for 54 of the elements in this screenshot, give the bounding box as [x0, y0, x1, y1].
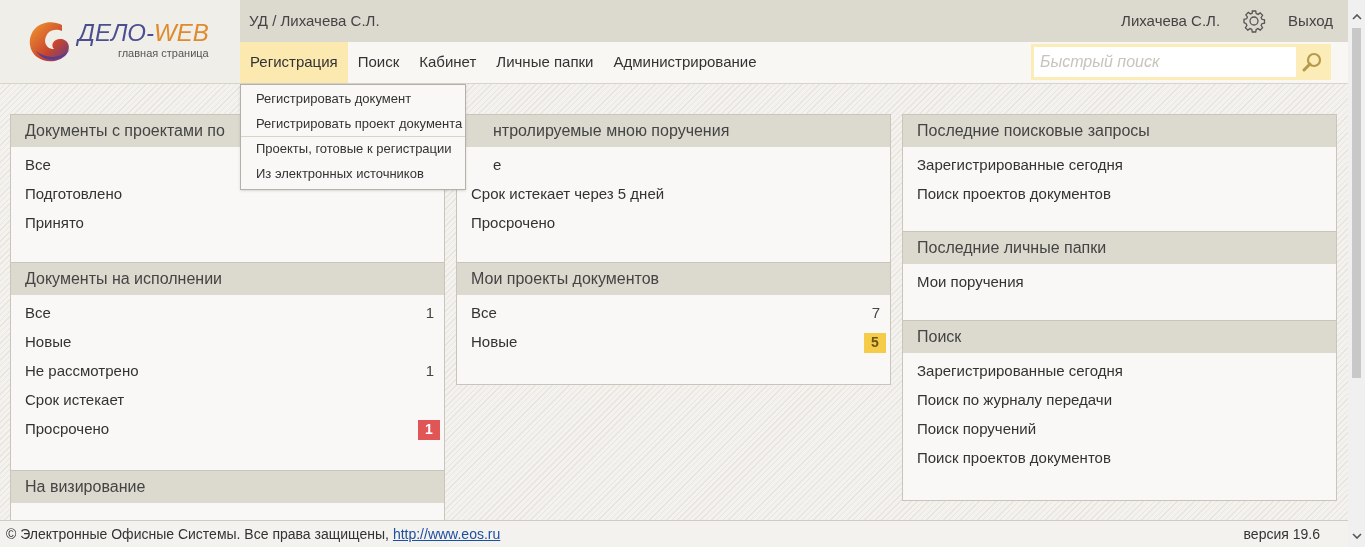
- section-header: Мои проекты документов: [457, 263, 890, 295]
- section-header: Последние личные папки: [903, 232, 1336, 264]
- nav-tab[interactable]: Регистрация: [240, 41, 348, 83]
- item-count: 1: [425, 361, 435, 382]
- section-header: На визирование: [11, 471, 444, 503]
- nav-tab[interactable]: Кабинет: [409, 41, 487, 83]
- nav-tab[interactable]: Поиск: [347, 41, 410, 83]
- nav-tab[interactable]: Личные папки: [486, 41, 604, 83]
- website-link[interactable]: http://www.eos.ru: [392, 523, 501, 545]
- quick-search-field[interactable]: Быстрый поиск: [1031, 44, 1331, 81]
- list-item-link[interactable]: Мои поручения: [917, 271, 1024, 294]
- item-count: 7: [871, 303, 881, 324]
- list-item-link[interactable]: Зарегистрированные сегодня: [917, 154, 1123, 177]
- list-item-link[interactable]: Все: [471, 302, 497, 325]
- list-item-link[interactable]: Все: [25, 154, 51, 177]
- list-item-link[interactable]: Принято: [25, 212, 84, 235]
- menu-item[interactable]: Регистрировать документ: [241, 87, 465, 111]
- list-item-link[interactable]: Не рассмотрено: [25, 360, 139, 383]
- list-item-link[interactable]: Новые: [25, 331, 72, 354]
- logo-name-accent: WEB: [154, 19, 209, 47]
- version-text: версия 19.6: [1243, 524, 1321, 544]
- nav-tab[interactable]: Администрирование: [603, 41, 767, 83]
- section-header: Документы на исполнении: [11, 263, 444, 295]
- settings-icon[interactable]: [1242, 8, 1267, 33]
- list-item-link[interactable]: Поиск проектов документов: [917, 447, 1111, 470]
- list-item-link[interactable]: Срок истекает через 5 дней: [471, 183, 665, 206]
- copyright-text: © Электронные Офисные Системы. Все права защищены,: [6, 524, 389, 544]
- list-item-link[interactable]: Поиск проектов документов: [917, 183, 1111, 206]
- item-count: 1: [425, 303, 435, 324]
- list-item-link[interactable]: е: [493, 154, 502, 177]
- section-header: Поиск: [903, 321, 1336, 353]
- scrollbar-thumb[interactable]: [1352, 28, 1361, 378]
- breadcrumb: УД / Лихачева С.Л.: [249, 10, 380, 31]
- list-item-link[interactable]: Новые: [471, 331, 518, 354]
- logo-subtitle: главная страница: [117, 46, 209, 62]
- list-item-link[interactable]: Зарегистрированные сегодня: [917, 360, 1123, 383]
- scroll-down-icon[interactable]: [1351, 533, 1362, 539]
- logout-link[interactable]: Выход: [1288, 9, 1333, 32]
- list-item-link[interactable]: Подготовлено: [25, 183, 123, 206]
- section-header: Последние поисковые запросы: [903, 115, 1336, 147]
- count-badge: 1: [418, 419, 440, 440]
- count-badge: 5: [864, 332, 886, 353]
- scrollbar[interactable]: [1348, 0, 1365, 547]
- menu-item[interactable]: Из электронных источников: [241, 162, 465, 186]
- list-item-link[interactable]: Поиск поручений: [917, 418, 1037, 441]
- logo-name: ДЕЛО-: [78, 19, 155, 47]
- list-item-link[interactable]: Срок истекает: [25, 389, 125, 412]
- menu-item[interactable]: Регистрировать проект документа: [241, 112, 465, 136]
- user-name: Лихачева С.Л.: [1121, 10, 1221, 31]
- list-item-link[interactable]: Просрочено: [471, 212, 556, 235]
- list-item-link[interactable]: Просрочено: [25, 418, 110, 441]
- list-item-link[interactable]: Все: [25, 302, 51, 325]
- list-item-link[interactable]: Поиск по журналу передачи: [917, 389, 1113, 412]
- scroll-up-icon[interactable]: [1351, 14, 1362, 20]
